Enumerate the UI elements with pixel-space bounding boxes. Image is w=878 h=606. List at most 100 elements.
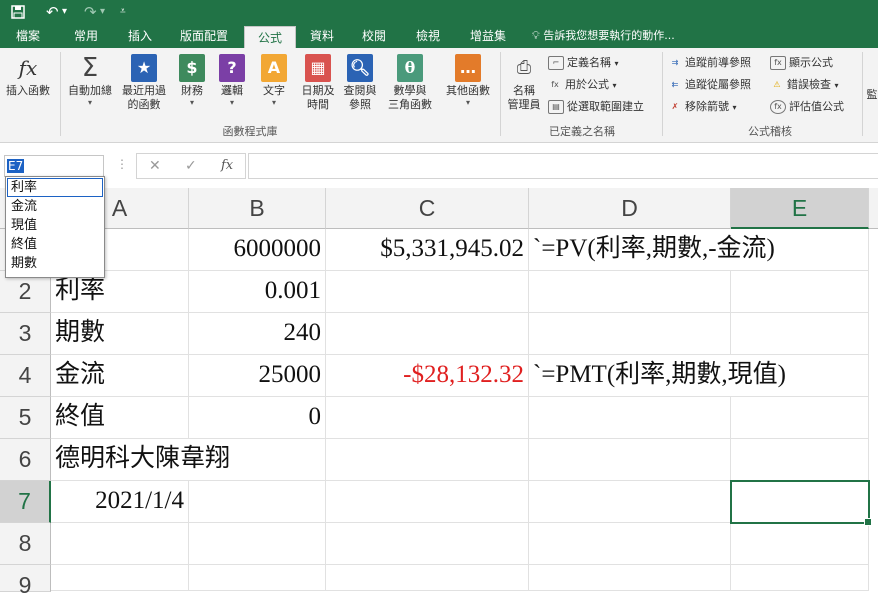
cell-a3[interactable]: 期數 — [51, 313, 189, 355]
active-cell-selection[interactable] — [730, 480, 872, 526]
cell-a8[interactable] — [51, 523, 189, 565]
use-in-formula-button[interactable]: fx 用於公式 ▾ — [548, 76, 616, 94]
tab-data[interactable]: 資料 — [298, 24, 346, 48]
row-header-7[interactable]: 7 — [0, 481, 51, 523]
cell-a4[interactable]: 金流 — [51, 355, 189, 397]
datetime-button[interactable]: ▦ 日期及 時間 — [298, 54, 338, 112]
cell-c1[interactable]: $5,331,945.02 — [326, 229, 529, 271]
cell-b4[interactable]: 25000 — [189, 355, 326, 397]
row-header-3[interactable]: 3 — [0, 313, 51, 355]
name-option-periods[interactable]: 期數 — [6, 254, 104, 273]
autosum-button[interactable]: Σ 自動加總 ▾ — [64, 54, 116, 108]
cell-b1[interactable]: 6000000 — [189, 229, 326, 271]
tab-view[interactable]: 檢視 — [404, 24, 452, 48]
cell-b6[interactable] — [189, 439, 326, 481]
more-functions-button[interactable]: … 其他函數 ▾ — [440, 54, 496, 108]
cell-b8[interactable] — [189, 523, 326, 565]
cell-e8[interactable] — [731, 523, 869, 565]
cell-d3[interactable] — [529, 313, 731, 355]
cell-b9[interactable] — [189, 565, 326, 591]
error-checking-button[interactable]: ⚠ 錯誤檢查 ▾ — [770, 76, 838, 94]
cell-c5[interactable] — [326, 397, 529, 439]
customize-icon[interactable]: ⩡ — [120, 1, 126, 23]
evaluate-formula-button[interactable]: fx 評估值公式 — [770, 98, 844, 116]
name-option-future-value[interactable]: 終值 — [6, 235, 104, 254]
cell-e1[interactable] — [731, 229, 869, 271]
column-header-f[interactable] — [869, 188, 878, 229]
cell-d7[interactable] — [529, 481, 731, 523]
row-header-8[interactable]: 8 — [0, 523, 51, 565]
cell-c6[interactable] — [326, 439, 529, 481]
text-button[interactable]: A 文字 ▾ — [256, 54, 292, 108]
define-name-button[interactable]: ⌐ 定義名稱 ▾ — [548, 54, 619, 72]
lookup-button[interactable]: 🔍︎ 查閱與 參照 — [340, 54, 380, 112]
enter-icon[interactable]: ✓ — [185, 154, 197, 178]
cell-e5[interactable] — [731, 397, 869, 439]
tell-me-box[interactable]: 💡︎ 告訴我您想要執行的動作... — [532, 24, 732, 48]
tab-file[interactable]: 檔案 — [4, 24, 52, 48]
cell-a9[interactable] — [51, 565, 189, 591]
name-option-present-value[interactable]: 現值 — [6, 216, 104, 235]
column-header-d[interactable]: D — [529, 188, 731, 229]
cell-b5[interactable]: 0 — [189, 397, 326, 439]
cell-b7[interactable] — [189, 481, 326, 523]
recent-functions-button[interactable]: ★ 最近用過 的函數 — [116, 54, 172, 112]
namebox-splitter-icon[interactable]: ⋮ — [116, 157, 128, 171]
tab-formulas[interactable]: 公式 — [244, 26, 296, 49]
fill-handle[interactable] — [864, 518, 872, 526]
cell-d8[interactable] — [529, 523, 731, 565]
name-manager-button[interactable]: ⎙ 名稱 管理員 — [504, 54, 544, 112]
redo-icon[interactable]: ↷ — [84, 1, 97, 23]
cell-d5[interactable] — [529, 397, 731, 439]
tab-page-layout[interactable]: 版面配置 — [172, 24, 236, 48]
logical-button[interactable]: ? 邏輯 ▾ — [214, 54, 250, 108]
row-header-6[interactable]: 6 — [0, 439, 51, 481]
cell-b3[interactable]: 240 — [189, 313, 326, 355]
financial-button[interactable]: $ 財務 ▾ — [174, 54, 210, 108]
watch-window-button[interactable]: 監 — [866, 88, 878, 102]
cell-c7[interactable] — [326, 481, 529, 523]
tab-insert[interactable]: 插入 — [116, 24, 164, 48]
show-formulas-button[interactable]: fx 顯示公式 — [770, 54, 833, 72]
cell-e4[interactable] — [731, 355, 869, 397]
column-header-c[interactable]: C — [326, 188, 529, 229]
cell-c8[interactable] — [326, 523, 529, 565]
math-trig-button[interactable]: θ 數學與 三角函數 — [382, 54, 438, 112]
trace-precedents-button[interactable]: ⇉ 追蹤前導參照 — [668, 54, 751, 72]
trace-dependents-button[interactable]: ⇇ 追蹤從屬參照 — [668, 76, 751, 94]
cell-c2[interactable] — [326, 271, 529, 313]
cell-c9[interactable] — [326, 565, 529, 591]
undo-dropdown-icon[interactable]: ▾ — [62, 1, 67, 23]
tab-review[interactable]: 校閱 — [350, 24, 398, 48]
insert-function-button[interactable]: fx 插入函數 — [2, 54, 54, 98]
cell-e3[interactable] — [731, 313, 869, 355]
tab-home[interactable]: 常用 — [62, 24, 110, 48]
cell-a7[interactable]: 2021/1/4 — [51, 481, 189, 523]
redo-dropdown-icon[interactable]: ▾ — [100, 1, 105, 23]
name-option-interest-rate[interactable]: 利率 — [7, 178, 103, 197]
cell-c4[interactable]: -$28,132.32 — [326, 355, 529, 397]
cell-a6[interactable]: 德明科大陳韋翔 — [51, 439, 230, 481]
cell-e9[interactable] — [731, 565, 869, 591]
cell-d4[interactable]: `=PMT(利率,期數,現值) — [529, 355, 786, 397]
save-icon[interactable] — [10, 1, 26, 23]
cell-c3[interactable] — [326, 313, 529, 355]
cell-d6[interactable] — [529, 439, 731, 481]
remove-arrows-button[interactable]: ✗ 移除箭號 ▾ — [668, 98, 737, 116]
row-header-4[interactable]: 4 — [0, 355, 51, 397]
insert-function-icon[interactable]: fx — [221, 154, 233, 178]
cell-d1[interactable]: `=PV(利率,期數,-金流) — [529, 229, 775, 271]
cancel-icon[interactable]: ✕ — [149, 154, 161, 178]
cell-d9[interactable] — [529, 565, 731, 591]
row-header-9[interactable]: 9 — [0, 565, 51, 598]
cell-e2[interactable] — [731, 271, 869, 313]
cell-d2[interactable] — [529, 271, 731, 313]
cell-e6[interactable] — [731, 439, 869, 481]
create-from-selection-button[interactable]: ▤ 從選取範圍建立 — [548, 98, 644, 116]
undo-icon[interactable]: ↶ — [46, 1, 59, 23]
row-header-5[interactable]: 5 — [0, 397, 51, 439]
name-box[interactable]: E7 — [4, 155, 104, 177]
cell-b2[interactable]: 0.001 — [189, 271, 326, 313]
cell-a5[interactable]: 終值 — [51, 397, 189, 439]
column-header-e[interactable]: E — [731, 188, 869, 229]
